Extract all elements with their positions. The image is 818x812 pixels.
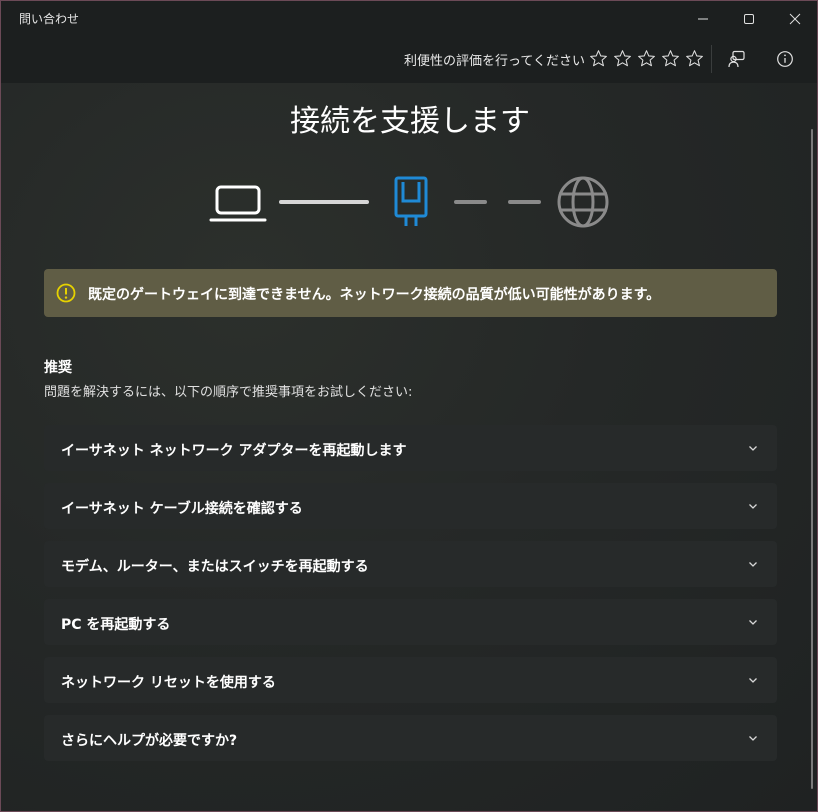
globe-icon: [557, 176, 609, 228]
laptop-icon: [209, 185, 267, 222]
warning-text: 既定のゲートウェイに到達できません。ネットワーク接続の品質が低い可能性があります…: [88, 287, 661, 303]
recommendation-label: PC を再起動する: [61, 617, 171, 633]
feedback-button[interactable]: [722, 45, 752, 73]
rating-label: 利便性の評価を行ってください: [404, 54, 585, 69]
minimize-button[interactable]: [680, 1, 726, 37]
recommendation-label: さらにヘルプが必要ですか?: [61, 733, 238, 749]
feedback-icon: [728, 50, 745, 68]
command-bar-divider: [711, 45, 712, 73]
star-icon[interactable]: [637, 49, 656, 68]
close-icon: [789, 13, 801, 25]
recommendations-description: 問題を解決するには、以下の順序で推奨事項をお試しください:: [44, 385, 413, 400]
recommendation-label: イーサネット ケーブル接続を確認する: [61, 501, 303, 517]
ethernet-adapter-icon: [394, 176, 428, 226]
recommendation-item-check-cable[interactable]: イーサネット ケーブル接続を確認する: [44, 483, 777, 529]
close-button[interactable]: [772, 1, 817, 37]
chevron-down-icon: [749, 504, 757, 509]
star-icon[interactable]: [685, 49, 704, 68]
page-title: 接続を支援します: [290, 104, 530, 139]
title-bar: 問い合わせ: [1, 1, 817, 37]
maximize-icon: [744, 14, 754, 24]
recommendation-item-network-reset[interactable]: ネットワーク リセットを使用する: [44, 657, 777, 703]
chevron-down-icon: [749, 446, 757, 451]
app-window: 問い合わせ 利便性の評価を行ってください 接続を支援します 既定のゲートウェイに…: [0, 0, 818, 812]
recommendation-item-restart-router[interactable]: モデム、ルーター、またはスイッチを再起動する: [44, 541, 777, 587]
about-button[interactable]: [770, 45, 800, 73]
warning-icon: [56, 283, 76, 303]
minimize-icon: [698, 18, 708, 20]
chevron-down-icon: [749, 620, 757, 625]
command-bar: 利便性の評価を行ってください: [1, 37, 817, 83]
info-icon: [777, 51, 793, 67]
recommendation-item-more-help[interactable]: さらにヘルプが必要ですか?: [44, 715, 777, 761]
recommendation-label: ネットワーク リセットを使用する: [61, 675, 276, 691]
connection-diagram: [209, 176, 609, 228]
recommendation-label: モデム、ルーター、またはスイッチを再起動する: [61, 559, 369, 575]
window-title: 問い合わせ: [19, 12, 80, 26]
star-rating: [589, 49, 704, 68]
warning-banner: 既定のゲートウェイに到達できません。ネットワーク接続の品質が低い可能性があります…: [44, 269, 777, 317]
recommendation-item-restart-adapter[interactable]: イーサネット ネットワーク アダプターを再起動します: [44, 425, 777, 471]
recommendation-label: イーサネット ネットワーク アダプターを再起動します: [61, 443, 407, 459]
chevron-down-icon: [749, 562, 757, 567]
recommendations-title: 推奨: [44, 360, 72, 376]
star-icon[interactable]: [589, 49, 608, 68]
chevron-down-icon: [749, 736, 757, 741]
recommendation-item-restart-pc[interactable]: PC を再起動する: [44, 599, 777, 645]
star-icon[interactable]: [661, 49, 680, 68]
star-icon[interactable]: [613, 49, 632, 68]
chevron-down-icon: [749, 678, 757, 683]
maximize-button[interactable]: [726, 1, 772, 37]
